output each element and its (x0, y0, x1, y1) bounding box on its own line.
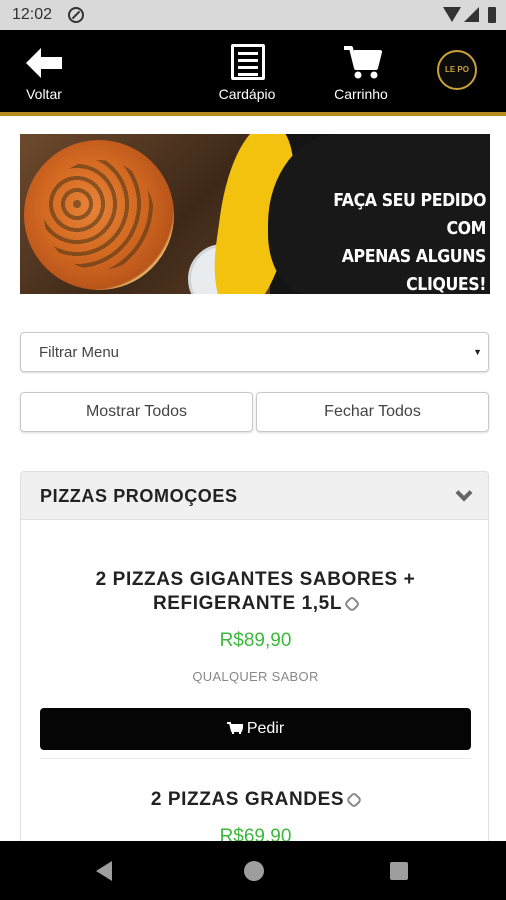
shopping-cart-icon (344, 46, 382, 79)
android-navigation-bar (0, 841, 506, 900)
product-price: R$89,90 (219, 630, 292, 651)
menu-list-icon (231, 44, 265, 80)
banner-slogan-line-1: FAÇA SEU PEDIDO COM (333, 190, 486, 239)
cart-button[interactable]: Carrinho (328, 30, 394, 112)
banner-slogan-line-2: APENAS ALGUNS CLIQUES! (341, 246, 487, 294)
close-all-button[interactable]: Fechar Todos (256, 392, 489, 432)
product-name: 2 PIZZAS GIGANTES SABORES + REFIGERANTE … (95, 569, 416, 614)
restaurant-logo: LE PO (437, 50, 477, 90)
product-divider (40, 758, 471, 759)
nav-back-icon[interactable] (96, 861, 112, 881)
order-button[interactable]: Pedir (40, 708, 471, 750)
chevron-down-icon (455, 484, 473, 502)
promo-banner: FAÇA SEU PEDIDO COM APENAS ALGUNS CLIQUE… (20, 134, 490, 294)
menu-button[interactable]: Cardápio (214, 30, 280, 112)
link-icon[interactable] (345, 791, 363, 809)
product-description: QUALQUER SABOR (192, 669, 319, 684)
pizza-image (24, 140, 174, 290)
product-item: 2 PIZZAS GRANDES R$69,90 (21, 788, 488, 848)
nav-home-icon[interactable] (244, 861, 264, 881)
category-panel: PIZZAS PROMOÇOES 2 PIZZAS GIGANTES SABOR… (20, 471, 489, 851)
show-all-button[interactable]: Mostrar Todos (20, 392, 253, 432)
dropdown-caret-icon: ▼ (473, 347, 482, 357)
cart-label: Carrinho (334, 86, 388, 102)
battery-icon (488, 7, 496, 23)
top-navigation-bar: Voltar Cardápio Carrinho LE PO (0, 30, 506, 112)
wifi-icon (443, 7, 461, 22)
back-label: Voltar (26, 86, 62, 102)
signal-icon (464, 7, 479, 22)
product-name: 2 PIZZAS GRANDES (21, 788, 488, 812)
banner-slogan: FAÇA SEU PEDIDO COM APENAS ALGUNS CLIQUE… (306, 187, 486, 294)
category-header[interactable]: PIZZAS PROMOÇOES (21, 472, 488, 520)
order-button-label: Pedir (246, 720, 285, 737)
status-time: 12:02 (12, 6, 53, 23)
cart-icon (226, 722, 243, 734)
menu-label: Cardápio (218, 86, 276, 102)
back-button[interactable]: Voltar (18, 30, 70, 112)
filter-menu-value: Filtrar Menu (39, 344, 120, 361)
nav-recents-icon[interactable] (390, 862, 408, 880)
product-item: 2 PIZZAS GIGANTES SABORES + REFIGERANTE … (21, 568, 488, 684)
link-icon[interactable] (343, 595, 361, 613)
header-gold-stripe (0, 112, 506, 116)
category-title: PIZZAS PROMOÇOES (40, 486, 238, 506)
status-bar: 12:02 (0, 0, 506, 30)
arrow-left-icon (26, 48, 62, 78)
do-not-disturb-icon (68, 7, 84, 23)
filter-menu-select[interactable]: Filtrar Menu ▼ (20, 332, 489, 372)
